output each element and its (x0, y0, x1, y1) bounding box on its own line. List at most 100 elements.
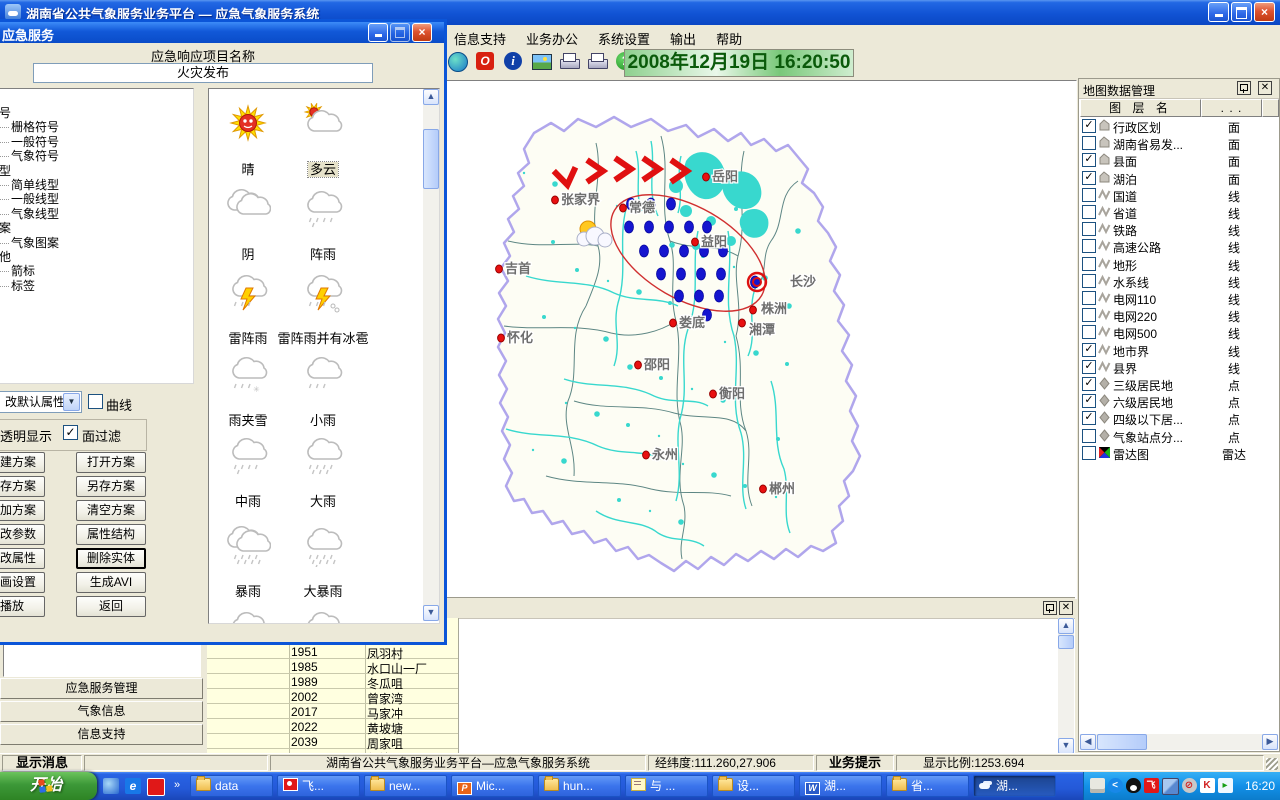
layer-checkbox[interactable] (1082, 205, 1096, 219)
layer-checkbox[interactable]: ✓ (1082, 411, 1096, 425)
layer-panel-hscrollbar[interactable]: ◀ ▶ (1080, 734, 1278, 750)
symbol-list-scrollbar[interactable]: ▲ ▼ (423, 89, 439, 621)
layer-row-地市界[interactable]: ✓地市界线 (1079, 341, 1279, 358)
layer-row-湖南省易发...[interactable]: 湖南省易发...面 (1079, 134, 1279, 151)
tray-keyboard-icon[interactable] (1090, 778, 1105, 793)
sidebar-button-气象信息[interactable]: 气象信息 (0, 701, 203, 722)
dialog-restore-button[interactable] (390, 23, 410, 42)
quick-launch-more-icon[interactable]: » (174, 779, 180, 791)
symbol-label-小雨[interactable]: 小雨 (258, 410, 388, 429)
button-生成AVI[interactable]: 生成AVI (76, 572, 146, 593)
menu-item-帮助[interactable]: 帮助 (706, 25, 752, 48)
menu-item-系统设置[interactable]: 系统设置 (588, 25, 660, 48)
pin-icon[interactable] (1237, 81, 1251, 95)
layer-checkbox[interactable]: ✓ (1082, 360, 1096, 374)
start-button[interactable]: 开始 (0, 772, 97, 800)
minimize-button[interactable] (1208, 2, 1229, 22)
symbol-icon-cloud-drizzle[interactable] (300, 354, 346, 396)
globe-icon[interactable] (447, 51, 469, 73)
layer-row-水系线[interactable]: 水系线线 (1079, 272, 1279, 289)
layer-checkbox[interactable] (1082, 446, 1096, 460)
menu-item-信息支持[interactable]: 信息支持 (444, 25, 516, 48)
layer-row-雷达图[interactable]: 雷达图雷达 (1079, 444, 1279, 461)
map-panel[interactable]: 岳阳张家界常德益阳吉首长沙株洲湘潭娄底怀化邵阳衡阳永州郴州 (445, 80, 1077, 599)
button-画设置[interactable]: 画设置 (0, 572, 45, 593)
taskbar-task-省...[interactable]: 省... (886, 775, 969, 797)
button-属性结构[interactable]: 属性结构 (76, 524, 146, 545)
taskbar-task-Mic...[interactable]: PMic... (451, 775, 534, 797)
button-打开方案[interactable]: 打开方案 (76, 452, 146, 473)
layer-checkbox[interactable]: ✓ (1082, 153, 1096, 167)
layer-checkbox[interactable] (1082, 239, 1096, 253)
layer-checkbox[interactable] (1082, 429, 1096, 443)
layer-row-六级居民地[interactable]: ✓六级居民地点 (1079, 392, 1279, 409)
button-清空方案[interactable]: 清空方案 (76, 500, 146, 521)
button-建方案[interactable]: 建方案 (0, 452, 45, 473)
symbol-icon-cloud-storm-heavy[interactable] (300, 525, 346, 567)
quick-launch-e-icon[interactable]: e (125, 778, 141, 794)
tray-qq-penguin-icon[interactable] (1126, 778, 1141, 793)
symbol-icon-cloud-rain-snow[interactable]: ✳ (225, 354, 271, 396)
restore-button[interactable] (1231, 2, 1252, 22)
button-返回[interactable]: 返回 (76, 596, 146, 617)
button-存方案[interactable]: 存方案 (0, 476, 45, 497)
symbol-icon-cloud-storm[interactable] (225, 525, 271, 567)
tree-leaf-标签[interactable]: 标签 (0, 277, 35, 294)
layer-checkbox[interactable] (1082, 136, 1096, 150)
column-layer-name[interactable]: 图 层 名 (1080, 99, 1201, 117)
layer-checkbox[interactable]: ✓ (1082, 377, 1096, 391)
table-row[interactable]: 2002曾家湾 (207, 689, 458, 704)
symbol-label-大暴雨[interactable]: 大暴雨 (258, 581, 388, 600)
symbol-icon-cloud-rain[interactable] (300, 188, 346, 230)
table-row[interactable]: 1951凤羽村 (207, 644, 458, 659)
button-另存方案[interactable]: 另存方案 (76, 476, 146, 497)
tray-kaspersky-icon[interactable]: K (1200, 778, 1215, 793)
quick-launch-ie-icon[interactable] (103, 778, 119, 794)
tray-chart-icon[interactable]: ▸ (1218, 778, 1233, 793)
button-播放[interactable]: 播放 (0, 596, 45, 617)
layer-row-电网220[interactable]: 电网220线 (1079, 306, 1279, 323)
symbol-icon-sun-cloud[interactable] (300, 103, 346, 145)
table-row[interactable]: 2017马家冲 (207, 704, 458, 719)
image-icon[interactable] (531, 51, 553, 73)
layer-row-行政区划[interactable]: ✓行政区划面 (1079, 117, 1279, 134)
close-icon[interactable]: ✕ (1258, 81, 1272, 95)
info-icon[interactable]: i (503, 51, 525, 73)
layer-checkbox[interactable] (1082, 222, 1096, 236)
symbol-icon-cloud-rain-heavy[interactable] (300, 435, 346, 477)
layer-checkbox[interactable] (1082, 257, 1096, 271)
table-row[interactable]: 1985水口山一厂 (207, 659, 458, 674)
column-type[interactable]: . . . (1201, 99, 1262, 117)
layer-row-气象站点分...[interactable]: 气象站点分...点 (1079, 427, 1279, 444)
layer-row-湖泊[interactable]: ✓湖泊面 (1079, 169, 1279, 186)
table-row[interactable]: 2039周家咀 (207, 734, 458, 749)
chevron-down-icon[interactable]: ▼ (63, 393, 80, 411)
stop-icon[interactable]: O (475, 51, 497, 73)
dialog-titlebar[interactable]: 应急服务 × (0, 22, 444, 43)
tray-msn-arrow-icon[interactable]: < (1108, 778, 1123, 793)
quick-launch-red-app-icon[interactable] (147, 778, 165, 796)
resize-grip[interactable] (1266, 758, 1278, 770)
tray-network-icon[interactable] (1162, 778, 1179, 795)
tray-blocked-icon[interactable]: ⊘ (1182, 778, 1197, 793)
taskbar-task-飞...[interactable]: 飞... (277, 775, 360, 797)
menu-item-业务办公[interactable]: 业务办公 (516, 25, 588, 48)
layer-row-电网500[interactable]: 电网500线 (1079, 323, 1279, 340)
taskbar-task-湖...[interactable]: W湖... (799, 775, 882, 797)
button-加方案[interactable]: 加方案 (0, 500, 45, 521)
bottom-panel-vscrollbar[interactable]: ▲ ▼ (1058, 618, 1074, 754)
taskbar-task-hun...[interactable]: hun... (538, 775, 621, 797)
symbol-icon-cloud-lightning-hail[interactable] (300, 272, 346, 314)
pin-icon[interactable] (1043, 601, 1057, 615)
sidebar-listbox[interactable] (3, 643, 201, 677)
symbol-label-多云[interactable]: 多云 (258, 159, 388, 178)
taskbar-task-data[interactable]: data (190, 775, 273, 797)
sidebar-button-应急服务管理[interactable]: 应急服务管理 (0, 678, 203, 699)
layer-checkbox[interactable] (1082, 274, 1096, 288)
symbol-icon-cloud-lightning[interactable] (225, 272, 271, 314)
taskbar-task-与 ...[interactable]: 与 ... (625, 775, 708, 797)
curve-checkbox[interactable] (88, 394, 103, 409)
symbol-icon-cloud-rain-med[interactable] (225, 435, 271, 477)
button-改属性[interactable]: 改属性 (0, 548, 45, 569)
layer-row-国道[interactable]: 国道线 (1079, 186, 1279, 203)
